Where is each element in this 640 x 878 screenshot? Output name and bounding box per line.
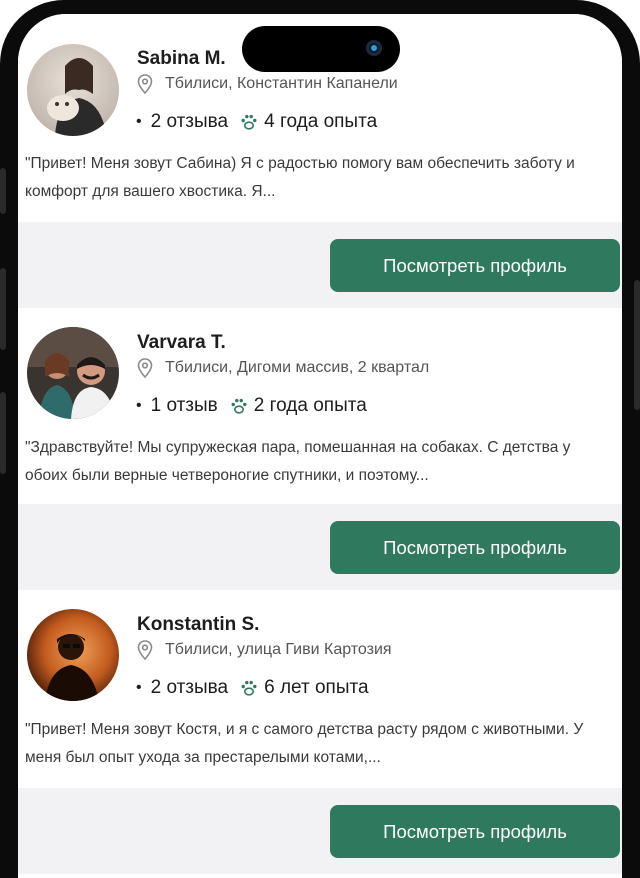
- dynamic-island: [242, 26, 400, 72]
- stats-row: • 1 отзыв 2 года опыта: [136, 395, 367, 417]
- avatar[interactable]: [27, 609, 119, 701]
- reviews-count[interactable]: 2 отзыва: [151, 111, 229, 133]
- reviews-count[interactable]: 1 отзыв: [151, 395, 218, 417]
- map-pin-icon: [137, 74, 153, 94]
- view-profile-button[interactable]: Посмотреть профиль: [330, 805, 620, 858]
- sitter-name[interactable]: Sabina M.: [137, 48, 226, 70]
- location-row: Тбилиси, Константин Капанели: [137, 74, 398, 94]
- sitter-description: "Здравствуйте! Мы супружеская пара, поме…: [25, 439, 571, 484]
- paw-icon: [241, 680, 257, 696]
- card-footer: Посмотреть профиль: [18, 504, 622, 590]
- sitter-name[interactable]: Konstantin S.: [137, 614, 259, 636]
- location-text: Тбилиси, улица Гиви Картозия: [165, 641, 392, 658]
- view-profile-button[interactable]: Посмотреть профиль: [330, 521, 620, 574]
- avatar[interactable]: [27, 327, 119, 419]
- bullet-dot: •: [136, 679, 142, 696]
- reviews-count[interactable]: 2 отзыва: [151, 677, 229, 699]
- bullet-dot: •: [136, 397, 142, 414]
- location-row: Тбилиси, Дигоми массив, 2 квартал: [137, 358, 429, 378]
- experience-text: 2 года опыта: [253, 395, 367, 416]
- side-button-volume-down: [0, 392, 6, 474]
- sitter-card[interactable]: Varvara T. Тбилиси, Дигоми массив, 2 ква…: [18, 308, 622, 504]
- map-pin-icon: [137, 640, 153, 660]
- map-pin-icon: [137, 358, 153, 378]
- experience-text: 4 года опыта: [264, 111, 378, 132]
- stats-row: • 2 отзыва 4 года опыта: [136, 111, 377, 133]
- sitter-name[interactable]: Varvara T.: [137, 332, 226, 354]
- phone-frame: Sabina M. Тбилиси, Константин Капанели •…: [0, 0, 640, 878]
- side-button-power: [634, 280, 640, 410]
- location-text: Тбилиси, Дигоми массив, 2 квартал: [165, 359, 430, 376]
- paw-icon: [241, 114, 257, 130]
- bullet-dot: •: [136, 113, 142, 130]
- app-screen: Sabina M. Тбилиси, Константин Капанели •…: [18, 14, 622, 878]
- avatar[interactable]: [27, 44, 119, 136]
- experience-text: 6 лет опыта: [264, 677, 369, 698]
- side-button-volume-up: [0, 268, 6, 350]
- sitter-description: "Привет! Меня зовут Сабина) Я с радостью…: [25, 155, 575, 200]
- sitter-card[interactable]: Konstantin S. Тбилиси, улица Гиви Картоз…: [18, 590, 622, 788]
- card-footer: Посмотреть профиль: [18, 788, 622, 874]
- view-profile-button[interactable]: Посмотреть профиль: [330, 239, 620, 292]
- side-button-action: [0, 168, 6, 214]
- paw-icon: [231, 398, 247, 414]
- stats-row: • 2 отзыва 6 лет опыта: [136, 677, 369, 699]
- location-row: Тбилиси, улица Гиви Картозия: [137, 640, 392, 660]
- sitter-description: "Привет! Меня зовут Костя, и я с самого …: [25, 721, 584, 766]
- front-camera-icon: [366, 40, 382, 56]
- location-text: Тбилиси, Константин Капанели: [165, 75, 398, 92]
- card-footer: Посмотреть профиль: [18, 222, 622, 308]
